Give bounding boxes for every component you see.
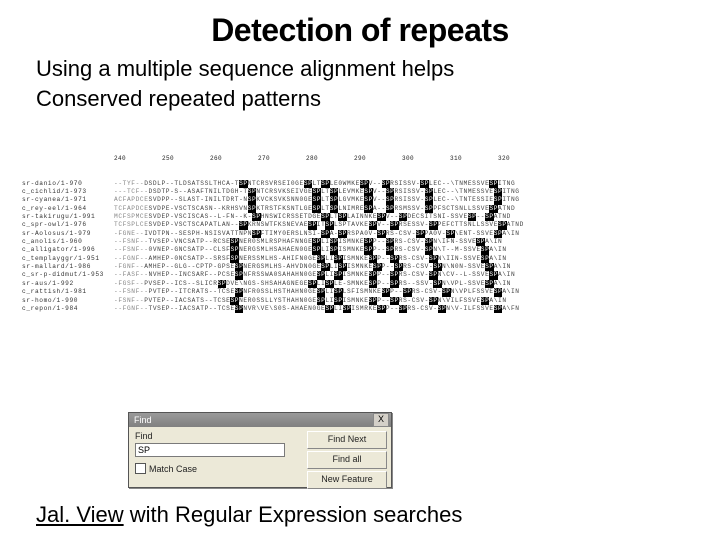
- alignment-ruler: 240 250 260 270 280 290 300 310 320: [114, 155, 702, 163]
- alignment-row: sr-homo/1-990-FSNF--PVTEP--IACSATS--TCSE…: [22, 297, 702, 305]
- footer-link: Jal. View: [36, 502, 124, 527]
- alignment-row: c_repon/1-984--FGNF--TVSEP--IACSATP--TCS…: [22, 305, 702, 313]
- alignment-row: sr-danio/1-970--TYF--DSDLP--TLDSATSSLTHC…: [22, 180, 702, 188]
- sequence-residues: --FSNF--PVTEP--ITCRATS--TCSESPNFR0SSLHST…: [114, 288, 520, 296]
- sequence-residues: -FGNE--IVDTPN--SESPH-NSISVATTNPNSPFTIMY0…: [114, 230, 520, 238]
- sequence-id: c_rattish/1-981: [22, 288, 114, 296]
- find-dialog-title-label: Find: [134, 415, 152, 425]
- sequence-residues: -FGSF--PVSEP--ICS--SLICRSPDVE\NGS-SHSAHA…: [114, 280, 511, 288]
- alignment-row: c_cichlid/1-973---TCF--DSDTP-S--ASAFTNIL…: [22, 188, 702, 196]
- slide-title: Detection of repeats: [0, 12, 720, 49]
- alignment-row: sr-takirugu/1-991MCFSPMCESVDEP-VSCISCAS-…: [22, 213, 702, 221]
- sequence-id: sr-takirugu/1-991: [22, 213, 114, 221]
- find-next-button[interactable]: Find Next: [307, 431, 387, 449]
- sequence-id: sr-aus/1-992: [22, 280, 114, 288]
- checkbox-icon[interactable]: [135, 463, 146, 474]
- sequence-id: c_cichlid/1-973: [22, 188, 114, 196]
- find-label: Find: [135, 431, 301, 441]
- sequence-residues: TCFAPDCESVDPE-VSCTSCASN--KRHSVNSPKTRSTFK…: [114, 205, 515, 213]
- find-dialog: Find X Find Match Case Find Next Find al…: [128, 412, 392, 488]
- sequence-id: sr-Aolosus/1-979: [22, 230, 114, 238]
- alignment-rows: sr-danio/1-970--TYF--DSDLP--TLDSATSSLTHC…: [22, 180, 702, 314]
- alignment-row: c_sr-p-didmut/1-953--FASF--NVHEP--INCSAR…: [22, 271, 702, 279]
- sequence-residues: MCFSPMCESVDEP-VSCISCAS--L-FN--K-SPHNSWIC…: [114, 213, 511, 221]
- sequence-residues: --FGNF--TVSEP--IACSATP--TCSESPNVR\VE\S0S…: [114, 305, 520, 313]
- alignment-row: sr-Aolosus/1-979-FGNE--IVDTPN--SESPH-NSI…: [22, 230, 702, 238]
- sequence-id: c_repon/1-984: [22, 305, 114, 313]
- sequence-residues: --FGNF--AMHEP-0NCSATP--SRSFSPNERSSMLHS-A…: [114, 255, 507, 263]
- sequence-id: sr-mallard/1-986: [22, 263, 114, 271]
- find-dialog-titlebar[interactable]: Find X: [129, 413, 391, 427]
- sequence-id: c_sr-p-didmut/1-953: [22, 271, 114, 279]
- alignment-row: c_rattish/1-981--FSNF--PVTEP--ITCRATS--T…: [22, 288, 702, 296]
- sequence-residues: --TYF--DSDLP--TLDSATSSLTHCA-TSPNTCRSVRSE…: [114, 180, 515, 188]
- alignment-row: sr-aus/1-992-FGSF--PVSEP--ICS--SLICRSPDV…: [22, 280, 702, 288]
- sequence-id: c_rey-eel/1-964: [22, 205, 114, 213]
- sequence-id: c_anolis/1-960: [22, 238, 114, 246]
- find-all-button[interactable]: Find all: [307, 451, 387, 469]
- sequence-residues: ---TCF--DSDTP-S--ASAFTNILTDGH-TSPNTCRSVK…: [114, 188, 520, 196]
- find-input[interactable]: [135, 443, 285, 457]
- sequence-id: c_alligator/1-996: [22, 246, 114, 254]
- alignment-row: c_anolis/1-960--FSNF--TVSEP-VNCSATP--RCS…: [22, 238, 702, 246]
- alignment-row: c_spr-owl/1-976TCFSPLCESVDEP-VSCTSCAPATL…: [22, 221, 702, 229]
- alignment-row: c_templayggr/1-951--FGNF--AMHEP-0NCSATP-…: [22, 255, 702, 263]
- sequence-id: c_templayggr/1-951: [22, 255, 114, 263]
- subtitle-line-2: Conserved repeated patterns: [36, 85, 720, 113]
- sequence-residues: -FGNF--AMHEP--GLG--CPTP-GPSESPNERGSMLHS-…: [114, 263, 511, 271]
- sequence-id: c_spr-owl/1-976: [22, 221, 114, 229]
- alignment-row: c_alligator/1-996--FSNF--0VNEP-GNCSATP--…: [22, 246, 702, 254]
- footer-text: Jal. View with Regular Expression search…: [36, 502, 462, 528]
- alignment-row: sr-cyanea/1-971ACFAPDCESVDPP--SLAST-INIL…: [22, 196, 702, 204]
- close-icon[interactable]: X: [373, 413, 389, 427]
- sequence-residues: --FSNF--0VNEP-GNCSATP--CLSFSPNERGSMLHSAH…: [114, 246, 507, 254]
- sequence-id: sr-danio/1-970: [22, 180, 114, 188]
- match-case-checkbox[interactable]: Match Case: [135, 463, 301, 474]
- sequence-residues: --FASF--NVHEP--INCSARF--PCSESPNFRSSWA0SA…: [114, 271, 515, 279]
- new-feature-button[interactable]: New Feature: [307, 471, 387, 489]
- sequence-id: sr-homo/1-990: [22, 297, 114, 305]
- alignment-row: c_rey-eel/1-964TCFAPDCESVDPE-VSCTSCASN--…: [22, 205, 702, 213]
- sequence-residues: --FSNF--TVSEP-VNCSATP--RCSESPNER0SMLRSPH…: [114, 238, 502, 246]
- sequence-residues: ACFAPDCESVDPP--SLAST-INILTDRT-NSPKVCKSVK…: [114, 196, 520, 204]
- match-case-label: Match Case: [149, 464, 197, 474]
- sequence-id: sr-cyanea/1-971: [22, 196, 114, 204]
- alignment-row: sr-mallard/1-986-FGNF--AMHEP--GLG--CPTP-…: [22, 263, 702, 271]
- subtitle-line-1: Using a multiple sequence alignment help…: [36, 55, 720, 83]
- alignment-panel: 240 250 260 270 280 290 300 310 320 sr-d…: [0, 138, 720, 322]
- footer-rest: with Regular Expression searches: [124, 502, 463, 527]
- sequence-residues: TCFSPLCESVDEP-VSCTSCAPATLAN--SPKRNSWTFKS…: [114, 221, 524, 229]
- sequence-residues: -FSNF--PVTEP--IACSATS--TCSESPNER0SSLLYST…: [114, 297, 507, 305]
